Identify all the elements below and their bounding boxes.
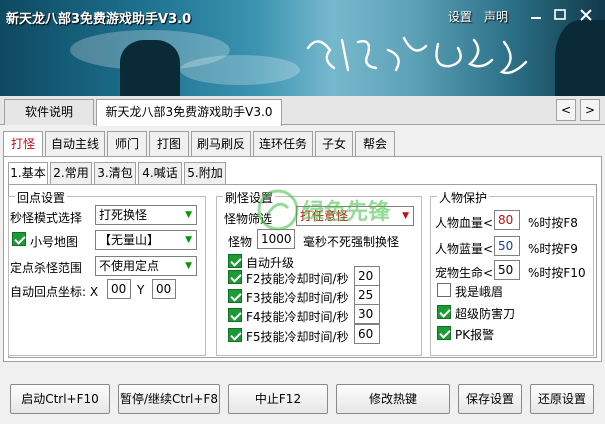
pause-button[interactable]: 暂停/继续Ctrl+F8 — [118, 384, 220, 414]
f2-checkbox[interactable] — [228, 270, 242, 284]
maximize-icon[interactable] — [549, 5, 571, 25]
minimap-label: 小号地图 — [30, 235, 79, 249]
map-value: 【无量山】 — [99, 233, 160, 247]
monster-label: 怪物 — [228, 235, 253, 249]
auto-upgrade-checkbox[interactable] — [228, 254, 242, 268]
tab-chain-quest[interactable]: 连环任务 — [253, 131, 313, 156]
respawn-group-title: 回点设置 — [15, 189, 68, 206]
tab-horse[interactable]: 刷马刷反 — [191, 131, 251, 156]
dropdown-arrow-icon: ▼ — [402, 211, 409, 221]
dropdown-arrow-icon: ▼ — [185, 261, 192, 271]
dropdown-arrow-icon: ▼ — [185, 210, 192, 220]
subtab-extra[interactable]: 5.附加 — [184, 162, 226, 184]
tab-fight[interactable]: 打怪 — [3, 131, 43, 157]
f4-checkbox[interactable] — [228, 308, 242, 322]
close-icon[interactable] — [575, 5, 597, 25]
mp-input[interactable]: 50 — [494, 236, 520, 256]
filter-select[interactable]: 打任意怪 ▼ — [296, 206, 414, 226]
f3-label: F3技能冷却时间/秒 — [246, 291, 349, 305]
pet-input[interactable]: 50 — [494, 260, 520, 280]
settings-link[interactable]: 设置 — [448, 8, 472, 25]
tab-software-info[interactable]: 软件说明 — [4, 99, 94, 125]
map-select[interactable]: 【无量山】 ▼ — [95, 230, 197, 250]
f4-input[interactable]: 30 — [354, 304, 380, 324]
tab-guild[interactable]: 帮会 — [355, 131, 395, 156]
character-silhouette — [555, 20, 605, 96]
stop-button[interactable]: 中止F12 — [228, 384, 328, 414]
character-silhouette — [120, 40, 180, 96]
mp-label: 人物蓝量< — [435, 242, 494, 256]
mode-value: 打死换怪 — [99, 208, 148, 222]
minimize-icon[interactable] — [525, 5, 547, 25]
tab-assistant[interactable]: 新天龙八部3免费游戏助手V3.0 — [96, 99, 282, 126]
emei-label: 我是峨眉 — [455, 285, 504, 299]
filter-label: 怪物筛选 — [224, 212, 273, 226]
mp-key: %时按F9 — [528, 242, 578, 256]
tab-children[interactable]: 子女 — [315, 131, 353, 156]
statement-link[interactable]: 声明 — [484, 8, 508, 25]
f5-input[interactable]: 60 — [354, 324, 380, 344]
f2-input[interactable]: 20 — [354, 266, 380, 286]
coord-x-input[interactable]: 00 — [107, 279, 131, 299]
subtab-basic[interactable]: 1.基本 — [8, 162, 48, 185]
f3-input[interactable]: 25 — [354, 285, 380, 305]
f5-checkbox[interactable] — [228, 328, 242, 342]
coord-label: 自动回点坐标: X — [10, 285, 99, 299]
dropdown-arrow-icon: ▼ — [185, 235, 192, 245]
f3-checkbox[interactable] — [228, 289, 242, 303]
scroll-right-button[interactable]: > — [580, 99, 600, 121]
range-value: 不使用定点 — [99, 259, 160, 273]
hp-key: %时按F8 — [528, 216, 578, 230]
top-tab-bar: 软件说明 新天龙八部3免费游戏助手V3.0 < > — [0, 96, 605, 126]
fight-group-title: 刷怪设置 — [223, 189, 276, 206]
pk-label: PK报警 — [455, 328, 495, 342]
title-banner: 新天龙八部3免费游戏助手V3.0 设置 声明 — [0, 0, 605, 96]
filter-value: 打任意怪 — [300, 209, 349, 223]
mode-label: 秒怪模式选择 — [10, 211, 83, 225]
f5-label: F5技能冷却时间/秒 — [246, 330, 349, 344]
f4-label: F4技能冷却时间/秒 — [246, 310, 349, 324]
tab-treasure-map[interactable]: 打图 — [149, 131, 189, 156]
pet-label: 宠物生命< — [435, 266, 494, 280]
f2-label: F2技能冷却时间/秒 — [246, 272, 349, 286]
monster-ms-input[interactable]: 1000 — [257, 229, 295, 249]
save-button[interactable]: 保存设置 — [458, 384, 522, 414]
window-title: 新天龙八部3免费游戏助手V3.0 — [6, 12, 192, 27]
start-button[interactable]: 启动Ctrl+F10 — [10, 384, 110, 414]
protect-group-title: 人物保护 — [437, 189, 490, 206]
range-select[interactable]: 不使用定点 ▼ — [95, 256, 197, 276]
cloud-decoration — [180, 55, 300, 85]
tab-sect[interactable]: 师门 — [107, 131, 147, 156]
subtab-common[interactable]: 2.常用 — [50, 162, 92, 184]
tab-auto-main[interactable]: 自动主线 — [45, 131, 105, 156]
coord-y-input[interactable]: 00 — [152, 279, 176, 299]
superdef-label: 超级防害刀 — [455, 307, 516, 321]
calligraphy-decoration — [306, 36, 528, 75]
minimap-checkbox[interactable] — [12, 232, 26, 246]
subtab-shout[interactable]: 4.喊话 — [138, 162, 182, 184]
hotkey-button[interactable]: 修改热键 — [336, 384, 450, 414]
hp-input[interactable]: 80 — [494, 210, 520, 230]
pk-checkbox[interactable] — [437, 326, 451, 340]
subtab-clean-bag[interactable]: 3.清包 — [94, 162, 136, 184]
scroll-left-button[interactable]: < — [556, 99, 576, 121]
restore-button[interactable]: 还原设置 — [530, 384, 594, 414]
hp-label: 人物血量< — [435, 216, 494, 230]
range-label: 定点杀怪范围 — [10, 261, 83, 275]
monster-suffix: 毫秒不死强制换怪 — [303, 235, 400, 249]
pet-key: %时按F10 — [528, 266, 586, 280]
superdef-checkbox[interactable] — [437, 305, 451, 319]
auto-upgrade-label: 自动升级 — [246, 256, 295, 270]
emei-checkbox[interactable] — [437, 283, 451, 297]
mode-select[interactable]: 打死换怪 ▼ — [95, 205, 197, 225]
coord-y-label: Y — [137, 283, 145, 297]
